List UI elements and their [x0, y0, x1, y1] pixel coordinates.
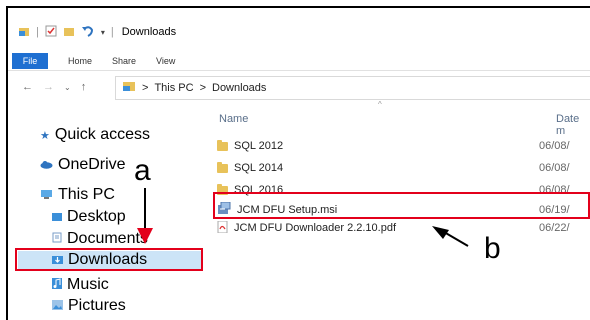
file-date: 06/08/ [539, 140, 570, 152]
nav-item-label: This PC [58, 186, 115, 203]
nav-music[interactable]: Music [52, 276, 109, 294]
nav-documents[interactable]: Documents [52, 230, 148, 248]
breadcrumb-downloads[interactable]: Downloads [212, 82, 266, 94]
file-name: JCM DFU Downloader 2.2.10.pdf [234, 222, 397, 234]
quick-access-dropdown-icon[interactable]: ▾ [101, 28, 105, 37]
pictures-icon [52, 297, 63, 315]
nav-item-label: Music [67, 276, 109, 293]
tab-home[interactable]: Home [68, 56, 92, 66]
file-row[interactable]: SQL 2014 06/08/ [217, 160, 590, 176]
address-bar[interactable]: > This PC > Downloads [115, 76, 590, 100]
nav-desktop[interactable]: Desktop [52, 208, 126, 226]
computer-icon [40, 186, 53, 204]
desktop-icon [52, 213, 62, 221]
properties-icon[interactable] [45, 25, 57, 40]
back-arrow-icon[interactable]: ← [22, 81, 33, 93]
column-header-name[interactable]: Name [219, 113, 248, 125]
navigation-buttons: ← → ⌄ ↑ [22, 78, 86, 96]
file-name: SQL 2012 [234, 140, 284, 152]
window-title: Downloads [121, 26, 177, 38]
column-header-date[interactable]: Date m [556, 113, 590, 137]
forward-arrow-icon[interactable]: → [43, 81, 54, 93]
callout-box-downloads [15, 248, 203, 271]
nav-item-label: OneDrive [58, 156, 126, 173]
recent-locations-icon[interactable]: ⌄ [64, 83, 71, 92]
breadcrumb-this-pc[interactable]: This PC [154, 82, 193, 94]
title-bar: | ▾ | Downloads [18, 22, 176, 42]
undo-icon[interactable] [81, 25, 95, 40]
music-icon [52, 276, 62, 294]
file-row[interactable]: JCM DFU Downloader 2.2.10.pdf 06/22/ [217, 220, 590, 236]
callout-label-b: b [484, 232, 501, 265]
pdf-icon [217, 220, 228, 236]
nav-item-label: Pictures [68, 297, 126, 314]
tab-file[interactable]: File [12, 53, 48, 69]
nav-item-label: Quick access [54, 126, 151, 143]
folder-icon [217, 161, 228, 173]
separator: | [110, 26, 114, 38]
nav-item-label: Desktop [67, 208, 126, 225]
up-arrow-icon[interactable]: ↑ [81, 81, 87, 93]
tab-view[interactable]: View [156, 56, 175, 66]
nav-this-pc[interactable]: This PC [40, 186, 115, 204]
nav-onedrive[interactable]: OneDrive [40, 156, 126, 174]
nav-pictures[interactable]: Pictures [52, 297, 126, 315]
nav-item-label: Documents [67, 230, 148, 247]
file-row[interactable]: SQL 2012 06/08/ [217, 138, 590, 154]
this-pc-location-icon [122, 81, 136, 95]
sort-indicator-icon: ^ [378, 100, 382, 109]
tab-share[interactable]: Share [112, 56, 136, 66]
documents-icon [52, 230, 62, 248]
file-date: 06/08/ [539, 162, 570, 174]
folder-icon [217, 139, 228, 151]
callout-label-a: a [134, 154, 151, 187]
callout-box-setup-file [213, 192, 590, 219]
separator: | [36, 26, 39, 38]
breadcrumb-separator: > [199, 82, 206, 94]
folder-quick-icon[interactable] [18, 25, 30, 40]
cloud-icon [40, 156, 53, 174]
new-folder-icon[interactable] [63, 25, 75, 40]
file-name: SQL 2014 [234, 162, 284, 174]
breadcrumb-separator: > [142, 82, 149, 94]
star-icon: ★ [40, 129, 50, 142]
ribbon-tabs: File Home Share View [8, 53, 590, 69]
file-date: 06/22/ [539, 222, 570, 234]
ribbon-divider [8, 70, 590, 71]
nav-quick-access[interactable]: ★ Quick access [40, 126, 150, 144]
